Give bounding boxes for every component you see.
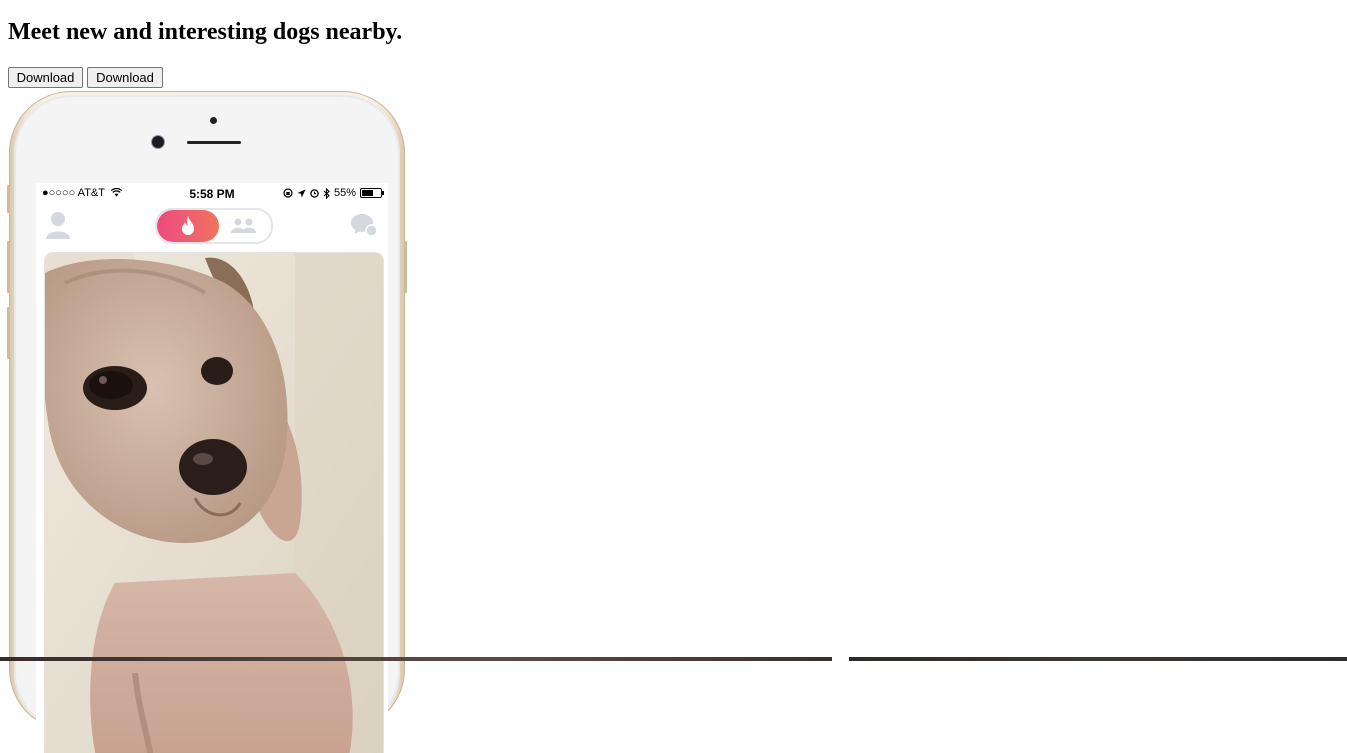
bluetooth-icon <box>323 187 330 199</box>
dog-photo <box>45 253 383 753</box>
profile-icon[interactable] <box>46 211 70 239</box>
app-nav-bar <box>36 203 388 247</box>
phone-volume-down <box>7 307 10 359</box>
bottom-image-strip-left <box>0 657 832 661</box>
phone-screen: ●○○○○ AT&T 5:58 PM 55% <box>36 183 388 753</box>
orientation-lock-icon <box>283 188 293 198</box>
phone-sensor <box>210 117 217 124</box>
toggle-swipe-mode[interactable] <box>157 210 219 242</box>
dog-profile-card[interactable] <box>45 253 383 753</box>
phone-face: ●○○○○ AT&T 5:58 PM 55% <box>14 95 400 753</box>
phone-mockup: ●○○○○ AT&T 5:58 PM 55% <box>7 91 407 753</box>
status-bar: ●○○○○ AT&T 5:58 PM 55% <box>36 183 388 203</box>
battery-percent: 55% <box>333 187 356 199</box>
group-icon <box>231 218 256 233</box>
front-camera <box>152 136 164 148</box>
status-right-group: 55% <box>283 187 384 199</box>
download-button-2[interactable]: Download <box>87 67 163 88</box>
mode-toggle <box>155 208 273 244</box>
battery-icon <box>360 188 384 198</box>
bottom-image-strip-right <box>849 657 1347 661</box>
toggle-group-mode[interactable] <box>223 210 271 242</box>
flame-icon <box>182 216 194 235</box>
page-headline: Meet new and interesting dogs nearby. <box>8 19 403 45</box>
phone-earpiece <box>187 141 241 144</box>
download-button-1[interactable]: Download <box>8 67 83 88</box>
phone-power-button <box>404 241 407 293</box>
phone-volume-up <box>7 241 10 293</box>
alarm-icon <box>310 189 319 198</box>
location-arrow-icon <box>297 189 306 197</box>
chat-icon[interactable] <box>350 212 378 238</box>
phone-mute-switch <box>7 185 10 213</box>
